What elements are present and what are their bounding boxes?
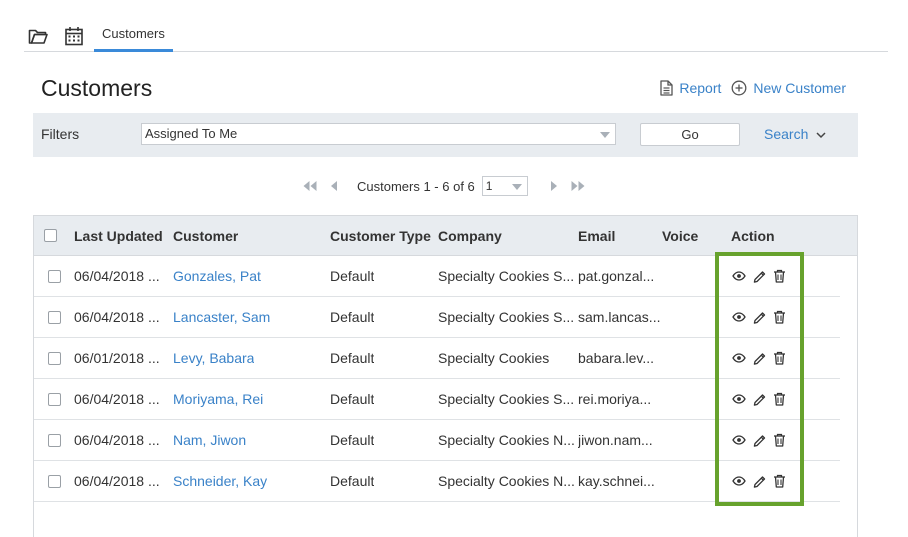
cell-customer-type: Default bbox=[330, 432, 375, 448]
filter-dropdown[interactable]: Assigned To Me bbox=[141, 123, 616, 145]
cell-customer-name[interactable]: Moriyama, Rei bbox=[173, 391, 263, 407]
cell-company: Specialty Cookies N... bbox=[438, 473, 575, 489]
go-button[interactable]: Go bbox=[640, 123, 740, 146]
calendar-icon[interactable] bbox=[63, 25, 85, 47]
filter-bar: Filters Assigned To Me Go Search bbox=[33, 113, 858, 157]
search-label: Search bbox=[764, 126, 809, 142]
row-checkbox[interactable] bbox=[48, 434, 61, 447]
page-number-value: 1 bbox=[485, 179, 493, 193]
new-customer-label: New Customer bbox=[753, 80, 846, 96]
cell-company: Specialty Cookies S... bbox=[438, 309, 575, 325]
first-page-icon[interactable] bbox=[302, 178, 318, 194]
cell-last-updated: 06/04/2018 ... bbox=[74, 473, 160, 489]
next-page-icon[interactable] bbox=[546, 178, 562, 194]
cell-customer-type: Default bbox=[330, 268, 375, 284]
row-checkbox[interactable] bbox=[48, 352, 61, 365]
column-header-action: Action bbox=[731, 228, 775, 244]
chevron-down-icon bbox=[511, 184, 522, 190]
cell-email: kay.schnei... bbox=[578, 473, 655, 489]
cell-customer-type: Default bbox=[330, 309, 375, 325]
chevron-down-icon bbox=[816, 126, 826, 142]
report-label: Report bbox=[679, 80, 722, 96]
pagination: Customers 1 - 6 of 6 1 bbox=[302, 176, 586, 196]
top-tab-bar: Customers bbox=[24, 18, 888, 52]
cell-customer-name[interactable]: Levy, Babara bbox=[173, 350, 254, 366]
cell-email: babara.lev... bbox=[578, 350, 655, 366]
page-number-select[interactable]: 1 bbox=[481, 176, 528, 196]
cell-customer-name[interactable]: Gonzales, Pat bbox=[173, 268, 261, 284]
report-link[interactable]: Report bbox=[660, 80, 721, 96]
cell-company: Specialty Cookies bbox=[438, 350, 550, 366]
cell-company: Specialty Cookies S... bbox=[438, 391, 575, 407]
cell-email: pat.gonzal... bbox=[578, 268, 655, 284]
column-header-last-updated[interactable]: Last Updated bbox=[74, 228, 163, 244]
plus-circle-icon bbox=[731, 80, 747, 96]
row-checkbox[interactable] bbox=[48, 311, 61, 324]
select-all-checkbox[interactable] bbox=[44, 229, 57, 242]
search-toggle[interactable]: Search bbox=[764, 126, 826, 142]
column-header-customer-type[interactable]: Customer Type bbox=[330, 228, 431, 244]
cell-customer-name[interactable]: Schneider, Kay bbox=[173, 473, 267, 489]
cell-customer-type: Default bbox=[330, 473, 375, 489]
filter-selected-value: Assigned To Me bbox=[145, 126, 238, 141]
page-title: Customers bbox=[41, 75, 153, 101]
cell-customer-name[interactable]: Lancaster, Sam bbox=[173, 309, 270, 325]
row-checkbox[interactable] bbox=[48, 270, 61, 283]
cell-customer-type: Default bbox=[330, 350, 375, 366]
last-page-icon[interactable] bbox=[570, 178, 586, 194]
chevron-down-icon bbox=[600, 132, 610, 138]
cell-email: jiwon.nam... bbox=[578, 432, 653, 448]
cell-email: sam.lancas... bbox=[578, 309, 661, 325]
cell-last-updated: 06/04/2018 ... bbox=[74, 309, 160, 325]
cell-customer-type: Default bbox=[330, 391, 375, 407]
filters-label: Filters bbox=[41, 126, 80, 142]
tab-customers[interactable]: Customers bbox=[94, 18, 173, 52]
cell-company: Specialty Cookies N... bbox=[438, 432, 575, 448]
cell-email: rei.moriya... bbox=[578, 391, 652, 407]
previous-page-icon[interactable] bbox=[326, 178, 342, 194]
row-checkbox[interactable] bbox=[48, 393, 61, 406]
table-header: Last Updated Customer Customer Type Comp… bbox=[34, 216, 857, 256]
cell-customer-name[interactable]: Nam, Jiwon bbox=[173, 432, 246, 448]
column-header-company[interactable]: Company bbox=[438, 228, 502, 244]
cell-last-updated: 06/01/2018 ... bbox=[74, 350, 160, 366]
cell-last-updated: 06/04/2018 ... bbox=[74, 391, 160, 407]
new-customer-link[interactable]: New Customer bbox=[731, 80, 846, 96]
cell-last-updated: 06/04/2018 ... bbox=[74, 268, 160, 284]
column-header-voice[interactable]: Voice bbox=[662, 228, 698, 244]
folder-icon[interactable] bbox=[27, 25, 49, 47]
cell-last-updated: 06/04/2018 ... bbox=[74, 432, 160, 448]
cell-company: Specialty Cookies S... bbox=[438, 268, 575, 284]
action-column-highlight bbox=[715, 252, 804, 506]
column-header-customer[interactable]: Customer bbox=[173, 228, 238, 244]
document-icon bbox=[660, 80, 674, 96]
header-actions: Report New Customer bbox=[660, 80, 846, 96]
pagination-summary: Customers 1 - 6 of 6 bbox=[357, 178, 475, 194]
column-header-email[interactable]: Email bbox=[578, 228, 615, 244]
row-checkbox[interactable] bbox=[48, 475, 61, 488]
